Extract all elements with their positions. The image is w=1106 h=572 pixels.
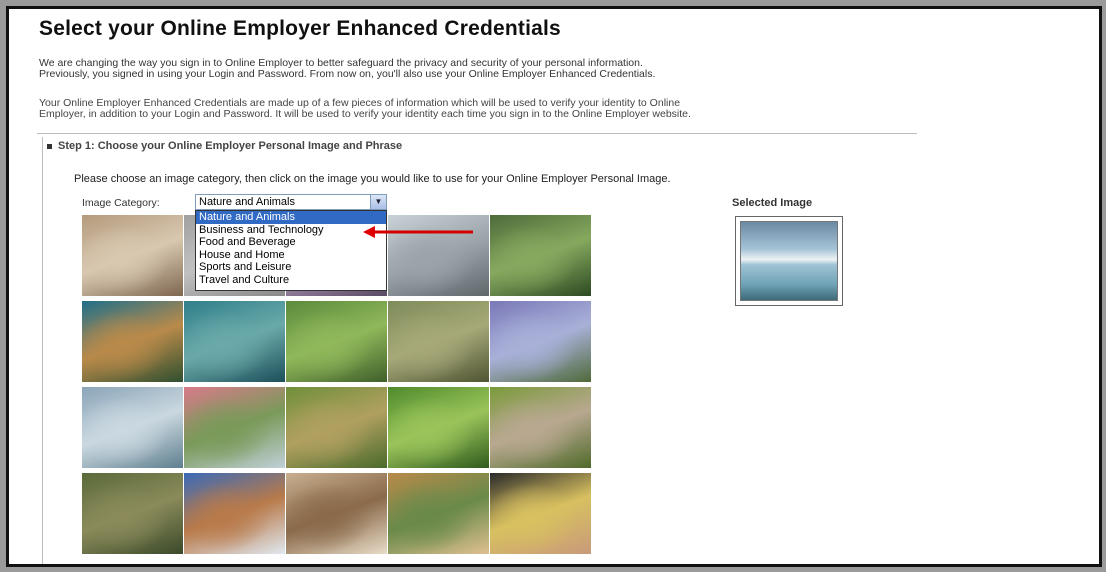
category-option[interactable]: Business and Technology: [196, 224, 386, 237]
park-trees-image[interactable]: [388, 387, 489, 468]
step-section-border: [42, 137, 43, 564]
category-option[interactable]: Food and Beverage: [196, 236, 386, 249]
tulips-image[interactable]: [184, 387, 285, 468]
pasture-fence-image[interactable]: [286, 387, 387, 468]
step-instruction: Please choose an image category, then cl…: [74, 173, 671, 185]
underwater-image[interactable]: [184, 301, 285, 382]
deer-image[interactable]: [82, 215, 183, 296]
canyon-sky-image[interactable]: [184, 473, 285, 554]
category-option[interactable]: Travel and Culture: [196, 274, 386, 287]
step-heading: Step 1: Choose your Online Employer Pers…: [47, 140, 402, 152]
intro-line: Employer, in addition to your Login and …: [39, 108, 691, 120]
duckling-image[interactable]: [490, 473, 591, 554]
bullet-icon: [47, 143, 52, 149]
blue-jay-image[interactable]: [490, 215, 591, 296]
giraffes-image[interactable]: [388, 473, 489, 554]
image-category-dropdown: Nature and Animals Business and Technolo…: [195, 210, 387, 291]
selected-image-label: Selected Image: [732, 197, 813, 209]
frog-image[interactable]: [82, 473, 183, 554]
blue-flowers-image[interactable]: [490, 301, 591, 382]
page-title: Select your Online Employer Enhanced Cre…: [39, 17, 561, 40]
selected-image-box: [735, 216, 843, 306]
intro-paragraph: We are changing the way you sign in to O…: [39, 58, 919, 80]
selected-image: [740, 221, 838, 301]
prairie-dog-image[interactable]: [286, 473, 387, 554]
intro-paragraph-2: Your Online Employer Enhanced Credential…: [39, 98, 919, 120]
image-category-label: Image Category:: [82, 197, 160, 209]
section-divider: [37, 133, 917, 134]
peacock-image[interactable]: [82, 301, 183, 382]
image-category-select[interactable]: Nature and Animals ▼: [195, 194, 387, 210]
red-arrow-annotation: [363, 226, 473, 238]
category-option[interactable]: Nature and Animals: [196, 211, 386, 224]
forest-pond-image[interactable]: [286, 301, 387, 382]
chevron-down-icon[interactable]: ▼: [370, 195, 386, 209]
intro-line: Previously, you signed in using your Log…: [39, 68, 656, 80]
page-frame: Select your Online Employer Enhanced Cre…: [6, 6, 1102, 567]
dove-image[interactable]: [490, 387, 591, 468]
category-option[interactable]: House and Home: [196, 249, 386, 262]
seascape-image[interactable]: [82, 387, 183, 468]
step-heading-text: Step 1: Choose your Online Employer Pers…: [58, 140, 403, 152]
image-category-value: Nature and Animals: [199, 196, 295, 208]
rhino-image[interactable]: [388, 301, 489, 382]
category-option[interactable]: Sports and Leisure: [196, 261, 386, 274]
